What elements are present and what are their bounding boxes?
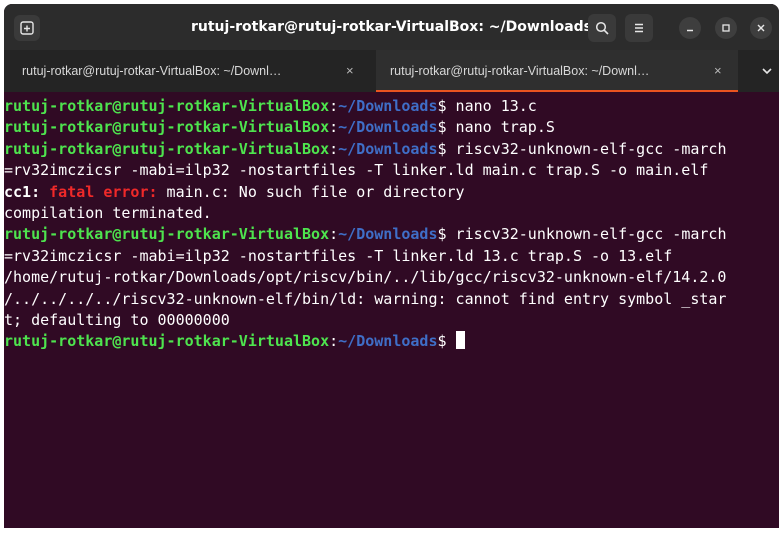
- fatal-error-label: fatal error:: [40, 182, 158, 201]
- terminal-line: rutuj-rotkar@rutuj-rotkar-VirtualBox:~/D…: [4, 139, 779, 160]
- prompt-path: ~/Downloads: [338, 139, 438, 158]
- command-text: riscv32-unknown-elf-gcc -march: [446, 225, 727, 244]
- prompt-path: ~/Downloads: [338, 118, 438, 137]
- prompt-colon: :: [329, 225, 339, 244]
- terminal-line: compilation terminated.: [4, 203, 212, 222]
- prompt-symbol: $: [437, 118, 447, 137]
- terminal-line: =rv32imczicsr -mabi=ilp32 -nostartfiles …: [4, 161, 709, 180]
- prompt-symbol: $: [437, 332, 447, 351]
- tab-bar: rutuj-rotkar@rutuj-rotkar-VirtualBox: ~/…: [4, 50, 779, 92]
- terminal-line: /home/rutuj-rotkar/Downloads/opt/riscv/b…: [4, 268, 727, 287]
- prompt-colon: :: [329, 118, 339, 137]
- tab-1[interactable]: rutuj-rotkar@rutuj-rotkar-VirtualBox: ~/…: [4, 50, 376, 92]
- prompt-path: ~/Downloads: [338, 97, 438, 115]
- hamburger-menu-icon: [635, 23, 643, 33]
- prompt-user: rutuj-rotkar@rutuj-rotkar-VirtualBox: [4, 225, 330, 244]
- prompt-user: rutuj-rotkar@rutuj-rotkar-VirtualBox: [4, 139, 330, 158]
- tab-close-icon[interactable]: ×: [714, 50, 722, 92]
- minimize-button[interactable]: [679, 17, 701, 39]
- chevron-down-icon[interactable]: [761, 66, 773, 76]
- prompt-user: rutuj-rotkar@rutuj-rotkar-VirtualBox: [4, 97, 330, 115]
- maximize-button[interactable]: [715, 17, 737, 39]
- search-button[interactable]: [588, 14, 616, 42]
- search-icon: [595, 21, 609, 35]
- prompt-symbol: $: [437, 97, 447, 115]
- menu-button[interactable]: [625, 14, 653, 42]
- terminal-line: t; defaulting to 00000000: [4, 310, 230, 329]
- prompt-path: ~/Downloads: [338, 225, 438, 244]
- close-button[interactable]: [750, 17, 772, 39]
- command-text: nano 13.c: [446, 97, 537, 115]
- title-bar[interactable]: rutuj-rotkar@rutuj-rotkar-VirtualBox: ~/…: [4, 4, 779, 50]
- tab-label: rutuj-rotkar@rutuj-rotkar-VirtualBox: ~/…: [22, 64, 282, 78]
- terminal-line: =rv32imczicsr -mabi=ilp32 -nostartfiles …: [4, 246, 673, 265]
- terminal-output[interactable]: rutuj-rotkar@rutuj-rotkar-VirtualBox:~/D…: [4, 92, 779, 528]
- terminal-window: rutuj-rotkar@rutuj-rotkar-VirtualBox: ~/…: [4, 4, 779, 528]
- terminal-line: rutuj-rotkar@rutuj-rotkar-VirtualBox:~/D…: [4, 96, 779, 117]
- terminal-line: rutuj-rotkar@rutuj-rotkar-VirtualBox:~/D…: [4, 331, 779, 352]
- prompt-symbol: $: [437, 139, 447, 158]
- tab-2[interactable]: rutuj-rotkar@rutuj-rotkar-VirtualBox: ~/…: [376, 50, 738, 92]
- prompt-path: ~/Downloads: [338, 332, 438, 351]
- prompt-user: rutuj-rotkar@rutuj-rotkar-VirtualBox: [4, 118, 330, 137]
- prompt-colon: :: [329, 97, 339, 115]
- new-tab-button[interactable]: [14, 15, 40, 41]
- tab-label: rutuj-rotkar@rutuj-rotkar-VirtualBox: ~/…: [390, 64, 650, 78]
- window-title: rutuj-rotkar@rutuj-rotkar-VirtualBox: ~/…: [190, 19, 593, 35]
- prompt-colon: :: [329, 139, 339, 158]
- prompt-user: rutuj-rotkar@rutuj-rotkar-VirtualBox: [4, 332, 330, 351]
- tab-close-icon[interactable]: ×: [346, 50, 354, 92]
- terminal-line: /../../../../riscv32-unknown-elf/bin/ld:…: [4, 289, 727, 308]
- error-message: main.c: No such file or directory: [157, 182, 465, 201]
- maximize-icon: [722, 24, 730, 32]
- prompt-symbol: $: [437, 225, 447, 244]
- prompt-colon: :: [329, 332, 339, 351]
- error-source: cc1:: [4, 182, 41, 201]
- close-icon: [757, 24, 765, 32]
- command-text: nano trap.S: [446, 118, 555, 137]
- terminal-line: rutuj-rotkar@rutuj-rotkar-VirtualBox:~/D…: [4, 117, 779, 138]
- terminal-line: cc1: fatal error: main.c: No such file o…: [4, 182, 779, 203]
- new-tab-icon: [20, 21, 34, 35]
- text-cursor: [455, 331, 465, 350]
- terminal-line: rutuj-rotkar@rutuj-rotkar-VirtualBox:~/D…: [4, 224, 779, 245]
- minimize-icon: [687, 29, 693, 32]
- command-text: riscv32-unknown-elf-gcc -march: [446, 139, 727, 158]
